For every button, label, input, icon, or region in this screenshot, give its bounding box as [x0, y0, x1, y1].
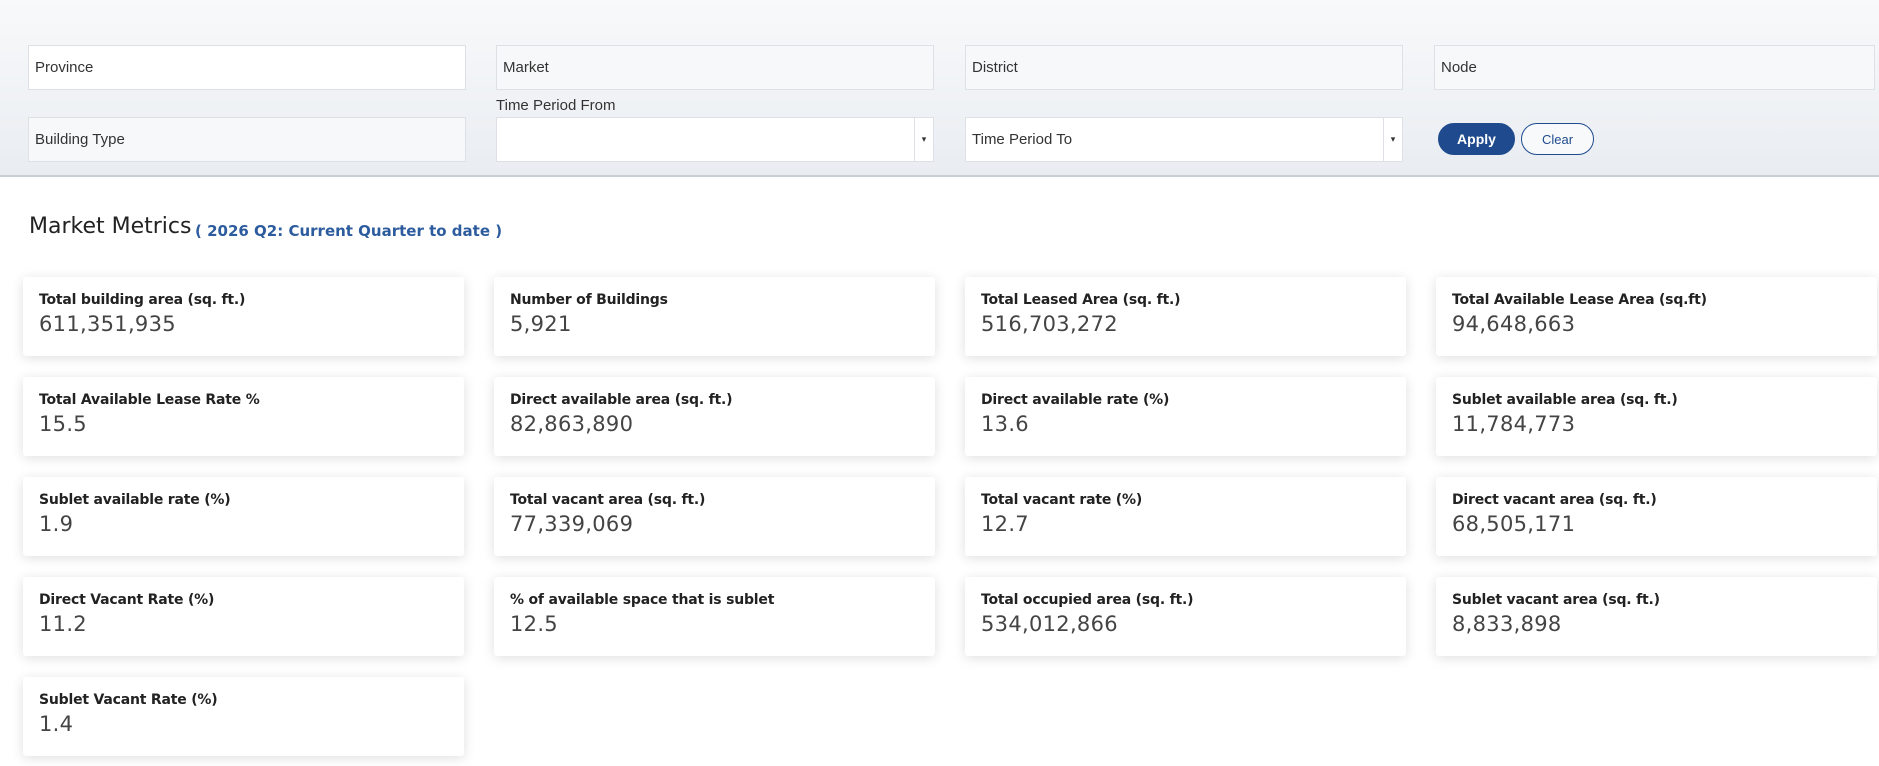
section-title: Market Metrics — [29, 214, 192, 239]
time-period-from-label: Time Period From — [496, 97, 616, 114]
chevron-down-icon[interactable]: ▾ — [1383, 118, 1402, 161]
province-filter[interactable]: Province — [28, 45, 466, 90]
district-filter[interactable]: District — [965, 45, 1403, 90]
metric-card: Direct available rate (%) 13.6 — [965, 377, 1406, 456]
metric-value: 1.9 — [39, 512, 74, 536]
metric-card: Sublet available area (sq. ft.) 11,784,7… — [1436, 377, 1877, 456]
building-type-filter-label: Building Type — [35, 131, 125, 148]
metric-value: 12.7 — [981, 512, 1029, 536]
district-filter-label: District — [972, 59, 1018, 76]
metric-label: % of available space that is sublet — [510, 592, 775, 608]
metric-card: Sublet available rate (%) 1.9 — [23, 477, 464, 556]
metric-value: 516,703,272 — [981, 312, 1118, 336]
metric-card: % of available space that is sublet 12.5 — [494, 577, 935, 656]
metric-card: Sublet vacant area (sq. ft.) 8,833,898 — [1436, 577, 1877, 656]
metric-card: Total Available Lease Rate % 15.5 — [23, 377, 464, 456]
metric-card: Total vacant area (sq. ft.) 77,339,069 — [494, 477, 935, 556]
metric-card: Total building area (sq. ft.) 611,351,93… — [23, 277, 464, 356]
metric-label: Direct Vacant Rate (%) — [39, 592, 215, 608]
metric-label: Total vacant rate (%) — [981, 492, 1143, 508]
node-filter-label: Node — [1441, 59, 1477, 76]
metric-label: Direct available rate (%) — [981, 392, 1170, 408]
metric-card: Total occupied area (sq. ft.) 534,012,86… — [965, 577, 1406, 656]
metric-label: Number of Buildings — [510, 292, 668, 308]
time-period-from-select[interactable]: ▾ — [496, 117, 934, 162]
metric-value: 1.4 — [39, 712, 74, 736]
metric-value: 15.5 — [39, 412, 87, 436]
metric-value: 611,351,935 — [39, 312, 176, 336]
metric-value: 8,833,898 — [1452, 612, 1562, 636]
time-period-to-select[interactable]: Time Period To ▾ — [965, 117, 1403, 162]
metric-label: Direct available area (sq. ft.) — [510, 392, 733, 408]
metric-label: Total Leased Area (sq. ft.) — [981, 292, 1181, 308]
section-period: ( 2026 Q2: Current Quarter to date ) — [195, 222, 503, 240]
metric-card: Number of Buildings 5,921 — [494, 277, 935, 356]
metric-label: Sublet available area (sq. ft.) — [1452, 392, 1678, 408]
market-filter-label: Market — [503, 59, 549, 76]
metric-value: 68,505,171 — [1452, 512, 1576, 536]
metric-value: 534,012,866 — [981, 612, 1118, 636]
metric-value: 11.2 — [39, 612, 87, 636]
metric-label: Total Available Lease Rate % — [39, 392, 260, 408]
metric-label: Total occupied area (sq. ft.) — [981, 592, 1194, 608]
market-filter[interactable]: Market — [496, 45, 934, 90]
metric-label: Sublet vacant area (sq. ft.) — [1452, 592, 1660, 608]
metric-card: Total vacant rate (%) 12.7 — [965, 477, 1406, 556]
province-filter-label: Province — [35, 59, 94, 76]
node-filter[interactable]: Node — [1434, 45, 1875, 90]
metric-value: 12.5 — [510, 612, 558, 636]
chevron-down-icon[interactable]: ▾ — [914, 118, 933, 161]
time-period-to-label: Time Period To — [972, 131, 1073, 148]
metric-label: Total Available Lease Area (sq.ft) — [1452, 292, 1707, 308]
metric-label: Direct vacant area (sq. ft.) — [1452, 492, 1657, 508]
metric-value: 82,863,890 — [510, 412, 634, 436]
metric-card: Direct vacant area (sq. ft.) 68,505,171 — [1436, 477, 1877, 556]
metric-card: Total Available Lease Area (sq.ft) 94,64… — [1436, 277, 1877, 356]
metric-label: Total building area (sq. ft.) — [39, 292, 246, 308]
metric-label: Total vacant area (sq. ft.) — [510, 492, 706, 508]
metric-card: Direct available area (sq. ft.) 82,863,8… — [494, 377, 935, 456]
metric-card: Total Leased Area (sq. ft.) 516,703,272 — [965, 277, 1406, 356]
metric-value: 5,921 — [510, 312, 572, 336]
building-type-filter[interactable]: Building Type — [28, 117, 466, 162]
metric-card: Direct Vacant Rate (%) 11.2 — [23, 577, 464, 656]
metric-value: 94,648,663 — [1452, 312, 1576, 336]
apply-button[interactable]: Apply — [1438, 123, 1515, 155]
metric-label: Sublet Vacant Rate (%) — [39, 692, 218, 708]
metric-label: Sublet available rate (%) — [39, 492, 231, 508]
metric-value: 13.6 — [981, 412, 1029, 436]
filter-bar: Province Market District Node Building T… — [0, 0, 1879, 177]
clear-button[interactable]: Clear — [1521, 123, 1594, 155]
metric-card: Sublet Vacant Rate (%) 1.4 — [23, 677, 464, 756]
metric-value: 77,339,069 — [510, 512, 634, 536]
metric-value: 11,784,773 — [1452, 412, 1576, 436]
